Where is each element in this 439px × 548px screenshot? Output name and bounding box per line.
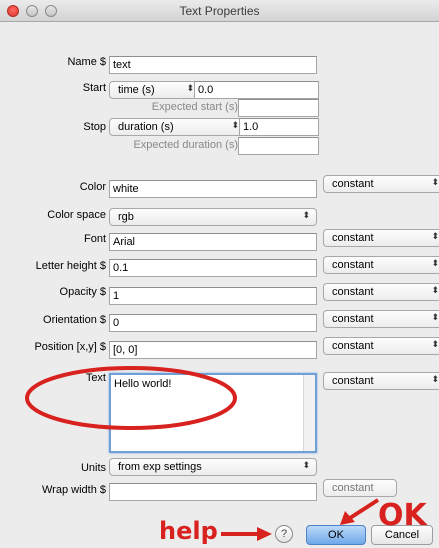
up-down-arrows-icon: ⬍ [231,120,239,130]
letter-height-update-value: constant [332,259,374,271]
font-field[interactable]: Arial [109,233,317,251]
font-update-select[interactable]: constant ⬍ [323,229,439,247]
start-type-value: time (s) [118,84,155,96]
orientation-update-value: constant [332,313,374,325]
text-properties-dialog: Text Properties Name $ text Start time (… [0,0,439,548]
start-type-select[interactable]: time (s) ⬍ [109,81,194,99]
position-update-value: constant [332,340,374,352]
color-space-select[interactable]: rgb ⬍ [109,208,317,226]
up-down-arrows-icon: ⬍ [431,285,439,295]
wrap-width-update-value: constant [332,482,374,494]
position-update-select[interactable]: constant ⬍ [323,337,439,355]
expected-duration-field[interactable] [238,137,319,155]
opacity-update-value: constant [332,286,374,298]
ok-arrow-line [348,498,380,520]
up-down-arrows-icon: ⬍ [302,460,310,470]
wrap-width-field[interactable] [109,483,317,501]
units-select[interactable]: from exp settings ⬍ [109,458,317,476]
help-arrow-head [257,527,272,541]
letter-height-field[interactable]: 0.1 [109,259,317,277]
stop-type-value: duration (s) [118,121,174,133]
up-down-arrows-icon: ⬍ [431,177,439,187]
up-down-arrows-icon: ⬍ [431,312,439,322]
expected-duration-label: Expected duration (s) [133,139,238,151]
up-down-arrows-icon: ⬍ [186,83,194,93]
up-down-arrows-icon: ⬍ [302,210,310,220]
stop-value-field[interactable]: 1.0 [239,118,319,136]
orientation-field[interactable]: 0 [109,314,317,332]
start-value-field[interactable]: 0.0 [194,81,319,99]
help-button[interactable]: ? [275,525,293,543]
up-down-arrows-icon: ⬍ [431,339,439,349]
opacity-field[interactable]: 1 [109,287,317,305]
text-update-select[interactable]: constant ⬍ [323,372,439,390]
window-title: Text Properties [179,4,260,18]
wrap-width-update-select[interactable]: constant [323,479,397,497]
opacity-label: Opacity $ [59,286,106,298]
stop-type-select[interactable]: duration (s) ⬍ [109,118,239,136]
orientation-update-select[interactable]: constant ⬍ [323,310,439,328]
name-field[interactable]: text [109,56,317,74]
letter-height-update-select[interactable]: constant ⬍ [323,256,439,274]
text-update-value: constant [332,375,374,387]
font-update-value: constant [332,232,374,244]
name-label: Name $ [67,56,106,68]
text-area-scrollbar[interactable] [303,375,315,451]
font-label: Font [83,233,106,245]
color-update-value: constant [332,178,374,190]
up-down-arrows-icon: ⬍ [431,231,439,241]
position-field[interactable]: [0, 0] [109,341,317,359]
ok-arrow-head [340,511,355,525]
wrap-width-label: Wrap width $ [42,484,106,496]
title-bar: Text Properties [0,0,439,22]
expected-start-field[interactable] [238,99,319,117]
text-area-content: Hello world! [114,378,172,390]
units-label: Units [80,462,106,474]
color-space-value: rgb [118,211,134,223]
help-annotation: help [159,517,218,545]
text-label: Text [85,372,106,384]
opacity-update-select[interactable]: constant ⬍ [323,283,439,301]
color-space-label: Color space [47,209,106,221]
text-area[interactable]: Hello world! [109,373,317,453]
up-down-arrows-icon: ⬍ [431,258,439,268]
ok-annotation: OK [378,498,427,533]
stop-label: Stop [83,121,106,133]
ok-button[interactable]: OK [306,525,366,545]
up-down-arrows-icon: ⬍ [431,374,439,384]
color-field[interactable]: white [109,180,317,198]
expected-start-label: Expected start (s) [151,101,238,113]
letter-height-label: Letter height $ [35,260,106,272]
orientation-label: Orientation $ [43,314,106,326]
color-label: Color [79,181,106,193]
start-label: Start [82,82,106,94]
position-label: Position [x,y] $ [34,341,106,353]
units-value: from exp settings [118,461,202,473]
color-update-select[interactable]: constant ⬍ [323,175,439,193]
